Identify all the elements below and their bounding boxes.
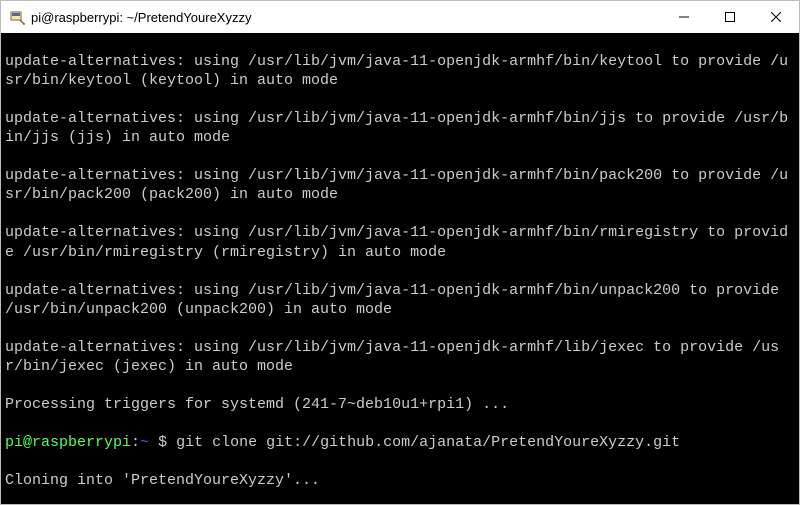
minimize-button[interactable] (661, 1, 707, 33)
output-line: update-alternatives: using /usr/lib/jvm/… (5, 223, 795, 261)
prompt-suffix: $ (149, 434, 176, 451)
output-line: update-alternatives: using /usr/lib/jvm/… (5, 281, 795, 319)
close-button[interactable] (753, 1, 799, 33)
window-title: pi@raspberrypi: ~/PretendYoureXyzzy (31, 10, 661, 25)
terminal-output[interactable]: update-alternatives: using /usr/lib/jvm/… (1, 33, 799, 504)
prompt-user-host: pi@raspberrypi (5, 434, 131, 451)
output-line: Cloning into 'PretendYoureXyzzy'... (5, 471, 795, 490)
prompt-line: pi@raspberrypi:~ $ git clone git://githu… (5, 433, 795, 452)
output-line: update-alternatives: using /usr/lib/jvm/… (5, 52, 795, 90)
titlebar[interactable]: pi@raspberrypi: ~/PretendYoureXyzzy (1, 1, 799, 33)
output-line: update-alternatives: using /usr/lib/jvm/… (5, 109, 795, 147)
output-line: update-alternatives: using /usr/lib/jvm/… (5, 166, 795, 204)
output-line: update-alternatives: using /usr/lib/jvm/… (5, 338, 795, 376)
maximize-button[interactable] (707, 1, 753, 33)
prompt-path: ~ (140, 434, 149, 451)
app-window: pi@raspberrypi: ~/PretendYoureXyzzy upda… (0, 0, 800, 505)
command-text: git clone git://github.com/ajanata/Prete… (176, 434, 680, 451)
output-line: Processing triggers for systemd (241-7~d… (5, 395, 795, 414)
prompt-sep: : (131, 434, 140, 451)
putty-icon (9, 9, 25, 25)
